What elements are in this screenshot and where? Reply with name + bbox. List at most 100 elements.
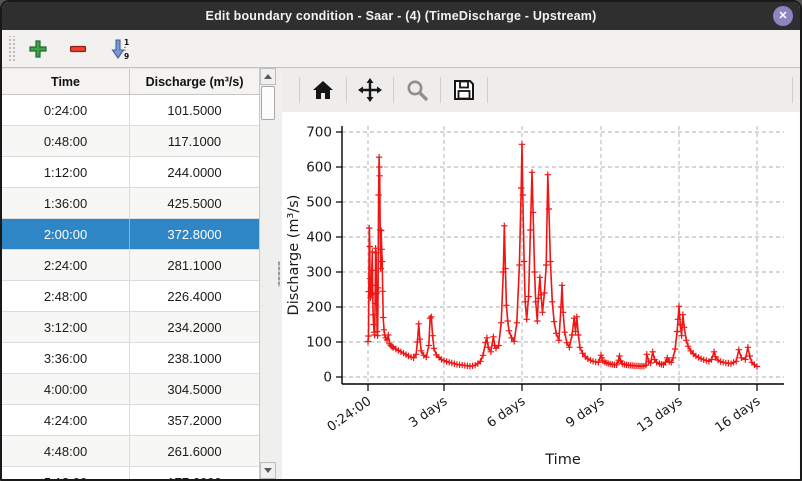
time-cell[interactable]: 4:24:00	[2, 405, 130, 435]
toolbar-separator	[792, 77, 793, 103]
table-row[interactable]: 5:12:00177.6000	[2, 467, 259, 479]
table-row[interactable]: 3:36:00238.1000	[2, 343, 259, 374]
scroll-up-button[interactable]	[260, 68, 276, 85]
svg-text:9: 9	[124, 52, 129, 60]
table-row[interactable]: 4:24:00357.2000	[2, 405, 259, 436]
svg-text:16 days: 16 days	[713, 394, 764, 436]
table-header: Time Discharge (m³/s)	[2, 68, 259, 95]
time-cell[interactable]: 0:24:00	[2, 95, 130, 125]
table-row[interactable]: 0:48:00117.1000	[2, 126, 259, 157]
discharge-cell[interactable]: 304.5000	[130, 374, 259, 404]
splitter-handle-icon	[278, 261, 280, 287]
svg-text:6 days: 6 days	[484, 394, 528, 431]
table-row[interactable]: 3:12:00234.2000	[2, 312, 259, 343]
reset-view-button[interactable]	[307, 74, 339, 106]
titlebar[interactable]: Edit boundary condition - Saar - (4) (Ti…	[2, 2, 800, 30]
table-row[interactable]: 1:36:00425.5000	[2, 188, 259, 219]
table-row[interactable]: 4:48:00261.6000	[2, 436, 259, 467]
table-row[interactable]: 2:00:00372.8000	[2, 219, 259, 250]
discharge-cell[interactable]: 177.6000	[130, 467, 259, 479]
toolbar-drag-handle[interactable]	[7, 36, 16, 62]
svg-text:300: 300	[306, 265, 332, 281]
discharge-cell[interactable]: 244.0000	[130, 157, 259, 187]
time-discharge-table-panel: Time Discharge (m³/s) 0:24:00101.50000:4…	[2, 68, 276, 479]
svg-text:600: 600	[306, 160, 332, 176]
svg-text:9 days: 9 days	[563, 394, 607, 431]
discharge-cell[interactable]: 117.1000	[130, 126, 259, 156]
time-discharge-table[interactable]: Time Discharge (m³/s) 0:24:00101.50000:4…	[2, 68, 259, 479]
save-figure-button[interactable]	[448, 74, 480, 106]
minus-icon	[68, 39, 88, 59]
time-cell[interactable]: 2:48:00	[2, 281, 130, 311]
svg-text:13 days: 13 days	[635, 394, 686, 436]
scrollbar-track[interactable]	[260, 85, 276, 462]
toolbar-separator	[393, 77, 394, 103]
table-row[interactable]: 2:24:00281.1000	[2, 250, 259, 281]
time-cell[interactable]: 5:12:00	[2, 467, 130, 479]
svg-text:0: 0	[323, 370, 332, 386]
table-body: 0:24:00101.50000:48:00117.10001:12:00244…	[2, 95, 259, 479]
discharge-cell[interactable]: 101.5000	[130, 95, 259, 125]
zoom-rect-button[interactable]	[401, 74, 433, 106]
time-cell[interactable]: 2:00:00	[2, 219, 130, 249]
time-cell[interactable]: 1:12:00	[2, 157, 130, 187]
scroll-down-button[interactable]	[260, 462, 276, 479]
discharge-cell[interactable]: 357.2000	[130, 405, 259, 435]
scrollbar-thumb[interactable]	[261, 86, 275, 120]
pan-icon	[358, 78, 382, 102]
time-cell[interactable]: 0:48:00	[2, 126, 130, 156]
svg-text:100: 100	[306, 335, 332, 351]
discharge-cell[interactable]: 281.1000	[130, 250, 259, 280]
toolbar-separator	[299, 77, 300, 103]
home-icon	[311, 78, 335, 102]
table-row[interactable]: 4:00:00304.5000	[2, 374, 259, 405]
save-icon	[452, 78, 476, 102]
sort-ascending-icon: 1 9	[108, 38, 130, 60]
remove-row-button[interactable]	[66, 36, 92, 62]
svg-text:500: 500	[306, 195, 332, 211]
chart-toolbar	[282, 68, 800, 112]
main-content: Time Discharge (m³/s) 0:24:00101.50000:4…	[2, 68, 800, 479]
table-toolbar: 1 9	[2, 30, 800, 68]
arrow-down-icon	[264, 468, 272, 473]
svg-text:0:24:00: 0:24:00	[325, 394, 375, 435]
sort-rows-button[interactable]: 1 9	[106, 36, 132, 62]
discharge-cell[interactable]: 425.5000	[130, 188, 259, 218]
pan-button[interactable]	[354, 74, 386, 106]
svg-text:400: 400	[306, 230, 332, 246]
table-row[interactable]: 0:24:00101.5000	[2, 95, 259, 126]
discharge-cell[interactable]: 372.8000	[130, 219, 259, 249]
discharge-cell[interactable]: 226.4000	[130, 281, 259, 311]
svg-text:700: 700	[306, 125, 332, 141]
discharge-cell[interactable]: 238.1000	[130, 343, 259, 373]
zoom-icon	[405, 78, 429, 102]
column-header-discharge[interactable]: Discharge (m³/s)	[130, 69, 259, 94]
add-row-button[interactable]	[26, 36, 52, 62]
svg-text:200: 200	[306, 300, 332, 316]
table-scrollbar[interactable]	[259, 68, 276, 479]
table-row[interactable]: 1:12:00244.0000	[2, 157, 259, 188]
discharge-cell[interactable]: 261.6000	[130, 436, 259, 466]
time-cell[interactable]: 3:12:00	[2, 312, 130, 342]
time-cell[interactable]: 1:36:00	[2, 188, 130, 218]
chart-panel: 0 100 200 300 400 500 600 700 0:24:00 3 days 6 day…	[282, 68, 800, 479]
y-axis-label: Discharge (m³/s)	[286, 195, 302, 316]
toolbar-separator	[487, 77, 488, 103]
close-icon: ✕	[778, 11, 787, 22]
discharge-cell[interactable]: 234.2000	[130, 312, 259, 342]
time-cell[interactable]: 3:36:00	[2, 343, 130, 373]
close-button[interactable]: ✕	[773, 6, 793, 26]
time-cell[interactable]: 2:24:00	[2, 250, 130, 280]
svg-text:3 days: 3 days	[406, 394, 450, 431]
table-row[interactable]: 2:48:00226.4000	[2, 281, 259, 312]
time-cell[interactable]: 4:48:00	[2, 436, 130, 466]
plus-icon	[28, 39, 48, 59]
svg-text:1: 1	[124, 38, 129, 47]
discharge-time-chart[interactable]: 0 100 200 300 400 500 600 700 0:24:00 3 days 6 day…	[282, 112, 798, 479]
window-title: Edit boundary condition - Saar - (4) (Ti…	[206, 9, 597, 23]
column-header-time[interactable]: Time	[2, 69, 130, 94]
arrow-up-icon	[264, 74, 272, 79]
toolbar-separator	[440, 77, 441, 103]
time-cell[interactable]: 4:00:00	[2, 374, 130, 404]
toolbar-separator	[346, 77, 347, 103]
